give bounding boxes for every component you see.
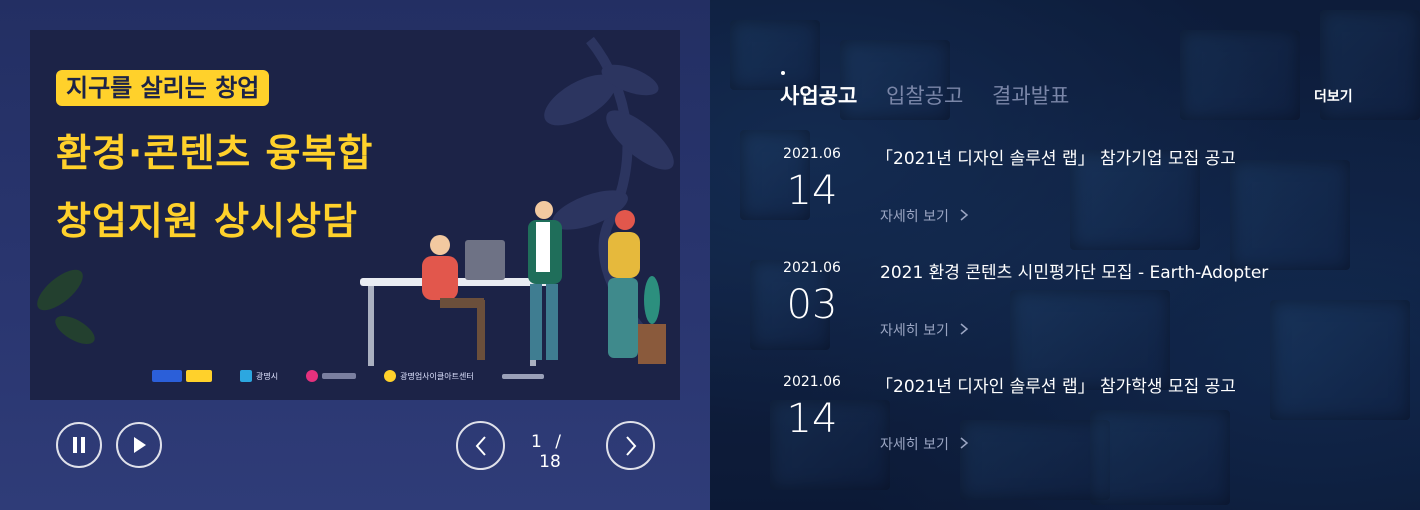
banner-tag: 지구를 살리는 창업	[56, 70, 270, 106]
partner-logo-5	[501, 373, 544, 379]
notice-year-month: 2021.06	[783, 146, 841, 162]
next-slide-button[interactable]	[606, 421, 655, 470]
banner-logos: 광명시 광명업사이클아트센터	[152, 370, 544, 382]
notice-day: 14	[786, 168, 838, 214]
notice-title[interactable]: 「2021년 디자인 솔루션 랩」 참가학생 모집 공고	[876, 372, 1236, 397]
play-icon	[134, 437, 146, 453]
pause-button[interactable]	[56, 422, 102, 468]
current-slide: 1	[531, 432, 542, 452]
prev-slide-button[interactable]	[456, 421, 505, 470]
chevron-right-icon	[960, 209, 969, 221]
notice-title[interactable]: 2021 환경 콘텐츠 시민평가단 모집 - Earth-Adopter	[880, 258, 1268, 283]
slide-pager: 1 / 18	[520, 432, 580, 472]
notice-detail-link[interactable]: 자세히 보기	[880, 320, 969, 340]
notice-item: 2021.06 14 「2021년 디자인 솔루션 랩」 참가기업 모집 공고 …	[780, 146, 1360, 246]
total-slides: 18	[539, 452, 561, 472]
banner-headline-line1: 환경·콘텐츠 융복합	[56, 131, 374, 175]
banner-headline-line2: 창업지원 상시상담	[56, 199, 358, 243]
partner-logo-1	[152, 370, 212, 382]
notice-detail-link[interactable]: 자세히 보기	[880, 206, 969, 226]
pager-separator: /	[555, 432, 561, 452]
tab-business-notice[interactable]: 사업공고	[780, 80, 857, 110]
notice-item: 2021.06 14 「2021년 디자인 솔루션 랩」 참가학생 모집 공고 …	[780, 374, 1360, 474]
play-button[interactable]	[116, 422, 162, 468]
tab-bid-notice[interactable]: 입찰공고	[886, 80, 963, 110]
notice-item: 2021.06 03 2021 환경 콘텐츠 시민평가단 모집 - Earth-…	[780, 260, 1360, 360]
notice-year-month: 2021.06	[783, 374, 841, 390]
detail-label: 자세히 보기	[880, 323, 949, 339]
chevron-right-icon	[960, 323, 969, 335]
notice-day: 03	[786, 282, 838, 328]
chevron-left-icon	[475, 435, 486, 456]
chevron-right-icon	[960, 437, 969, 449]
pause-icon	[73, 437, 85, 453]
notice-detail-link[interactable]: 자세히 보기	[880, 434, 969, 454]
promo-banner[interactable]: 지구를 살리는 창업 환경·콘텐츠 융복합 창업지원 상시상담 광명시 광명업사…	[30, 30, 680, 400]
notice-day: 14	[786, 396, 838, 442]
detail-label: 자세히 보기	[880, 437, 949, 453]
tab-results[interactable]: 결과발표	[992, 80, 1069, 110]
active-tab-indicator	[781, 71, 785, 75]
notice-title[interactable]: 「2021년 디자인 솔루션 랩」 참가기업 모집 공고	[876, 144, 1236, 169]
detail-label: 자세히 보기	[880, 209, 949, 225]
partner-logo-upcycle-art-center: 광명업사이클아트센터	[384, 370, 474, 382]
notice-year-month: 2021.06	[783, 260, 841, 276]
partner-logo-gwangmyeong: 광명시	[240, 370, 278, 382]
more-link[interactable]: 더보기	[1314, 86, 1353, 106]
partner-logo-3	[306, 370, 357, 382]
chevron-right-icon	[625, 435, 636, 456]
